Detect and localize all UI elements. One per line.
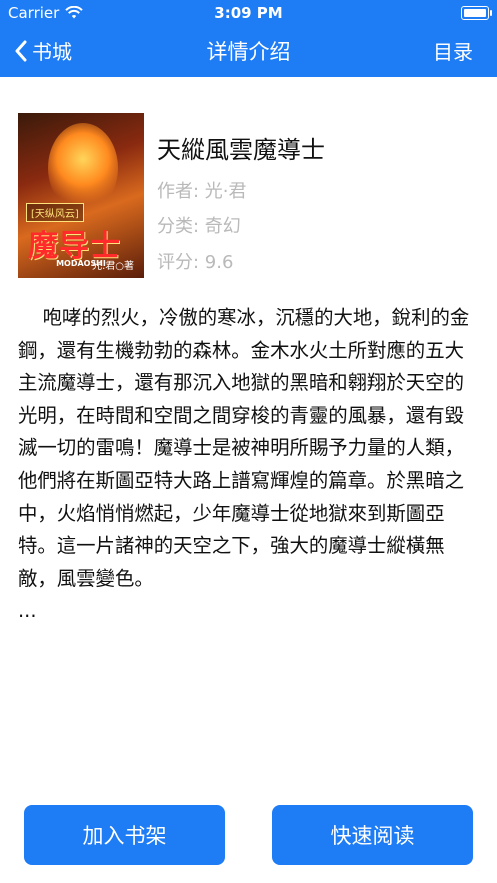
toc-button[interactable]: 目录 xyxy=(433,36,473,65)
status-bar: Carrier 3:09 PM xyxy=(0,0,497,26)
cover-badge: [天纵风云] xyxy=(26,203,84,222)
cover-author: 光.君○著 xyxy=(92,261,134,272)
status-time: 3:09 PM xyxy=(214,4,283,22)
top-bar: Carrier 3:09 PM 书城 详情介绍 目录 xyxy=(0,0,497,77)
quick-read-button[interactable]: 快速阅读 xyxy=(272,805,473,865)
book-rating: 评分: 9.6 xyxy=(157,252,234,273)
book-description: 咆哮的烈火，冷傲的寒冰，沉穩的大地，銳利的金鋼，還有生機勃勃的森林。金木水火土所… xyxy=(18,306,470,623)
page-title: 详情介绍 xyxy=(206,40,291,64)
book-title: 天縱風雲魔導士 xyxy=(157,136,325,164)
cover-fire-art xyxy=(48,123,118,213)
book-author: 作者: 光·君 xyxy=(157,181,247,202)
book-cover[interactable]: [天纵风云] 魔导士 MODAOSHI 光.君○著 xyxy=(18,113,144,278)
add-to-shelf-button[interactable]: 加入书架 xyxy=(24,805,225,865)
book-category: 分类: 奇幻 xyxy=(157,216,241,237)
navigation-bar: 书城 详情介绍 目录 xyxy=(0,26,497,77)
battery-icon xyxy=(461,6,492,20)
